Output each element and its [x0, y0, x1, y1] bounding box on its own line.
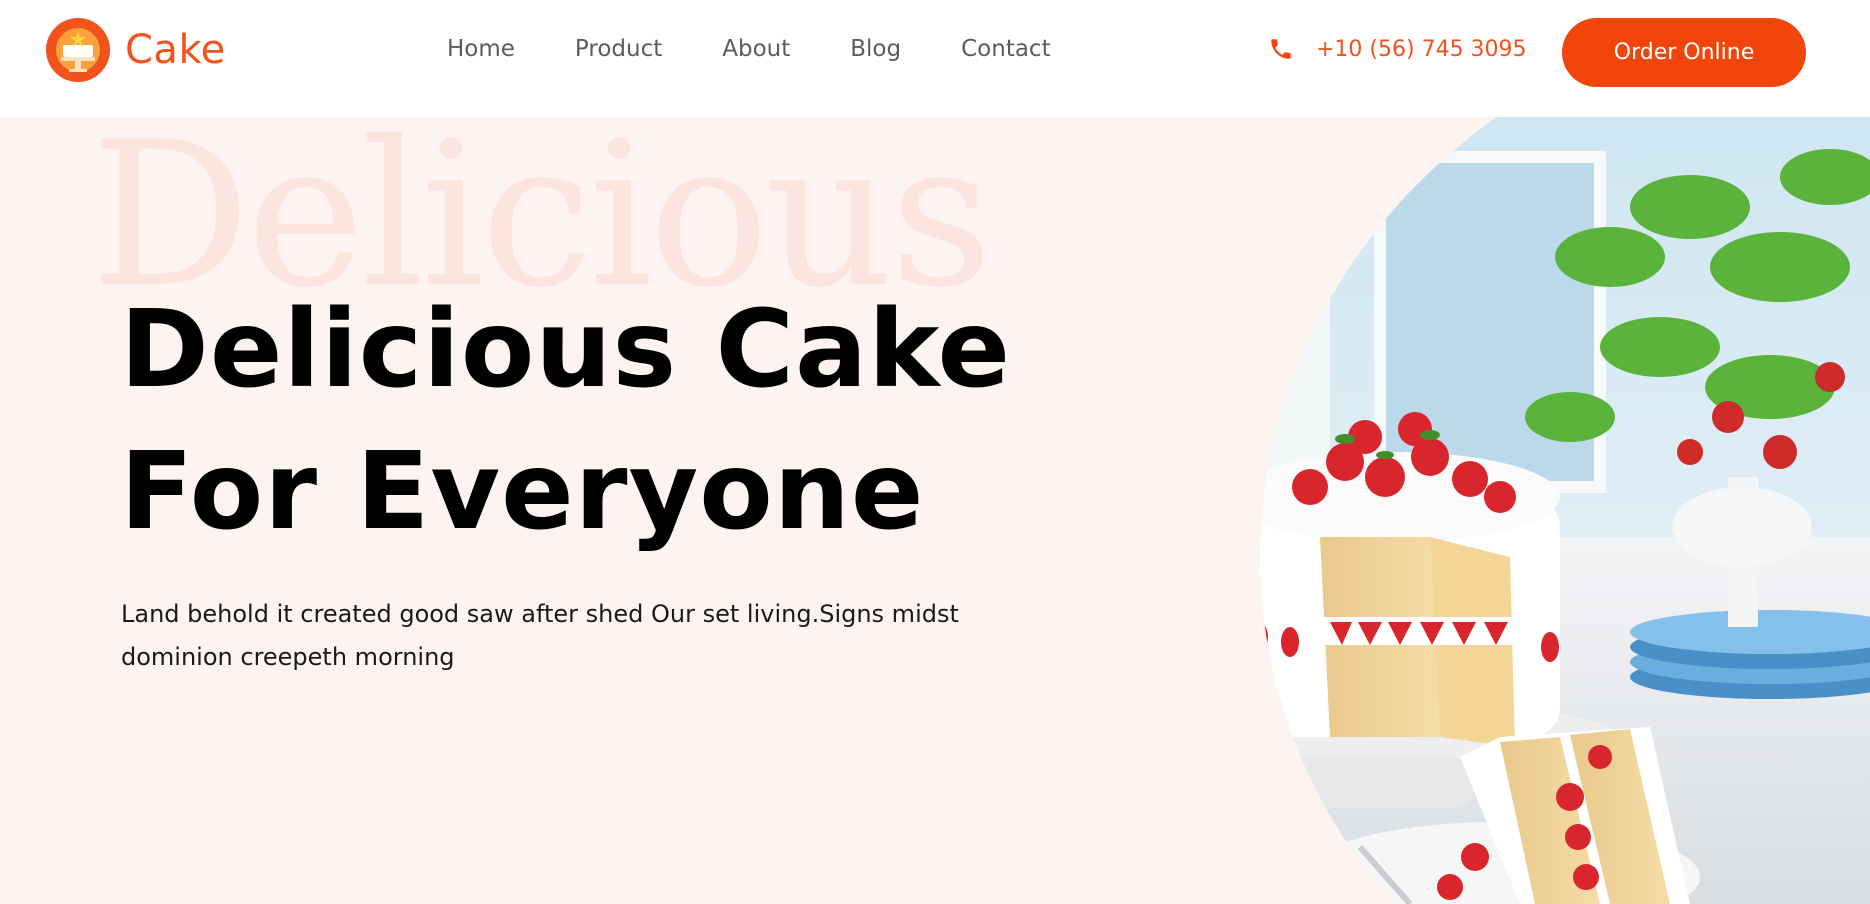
nav-about[interactable]: About: [722, 36, 790, 62]
hero-title: Delicious Cake For Everyone: [120, 279, 1011, 563]
hero-title-line-1: Delicious Cake: [120, 288, 1012, 412]
strawberry-cake-image: [1260, 117, 1870, 904]
brand-logo[interactable]: Cake: [45, 17, 226, 83]
nav-contact[interactable]: Contact: [961, 36, 1050, 62]
phone-icon: [1271, 39, 1291, 59]
hero-section: Delicious Delicious Cake For Everyone La…: [0, 117, 1870, 904]
hero-description: Land behold it created good saw after sh…: [121, 600, 959, 671]
nav-home[interactable]: Home: [447, 36, 515, 62]
site-header: Cake Home Product About Blog Contact +10…: [0, 0, 1870, 117]
order-online-button[interactable]: Order Online: [1562, 18, 1806, 87]
nav-product[interactable]: Product: [575, 36, 662, 62]
nav-blog[interactable]: Blog: [850, 36, 901, 62]
phone-contact[interactable]: +10 (56) 745 3095: [1268, 36, 1527, 62]
phone-number: +10 (56) 745 3095: [1316, 36, 1527, 62]
brand-name: Cake: [125, 27, 226, 73]
hero-title-line-2: For Everyone: [120, 430, 925, 554]
main-nav: Home Product About Blog Contact: [447, 36, 1051, 62]
cake-logo-icon: [46, 18, 110, 82]
